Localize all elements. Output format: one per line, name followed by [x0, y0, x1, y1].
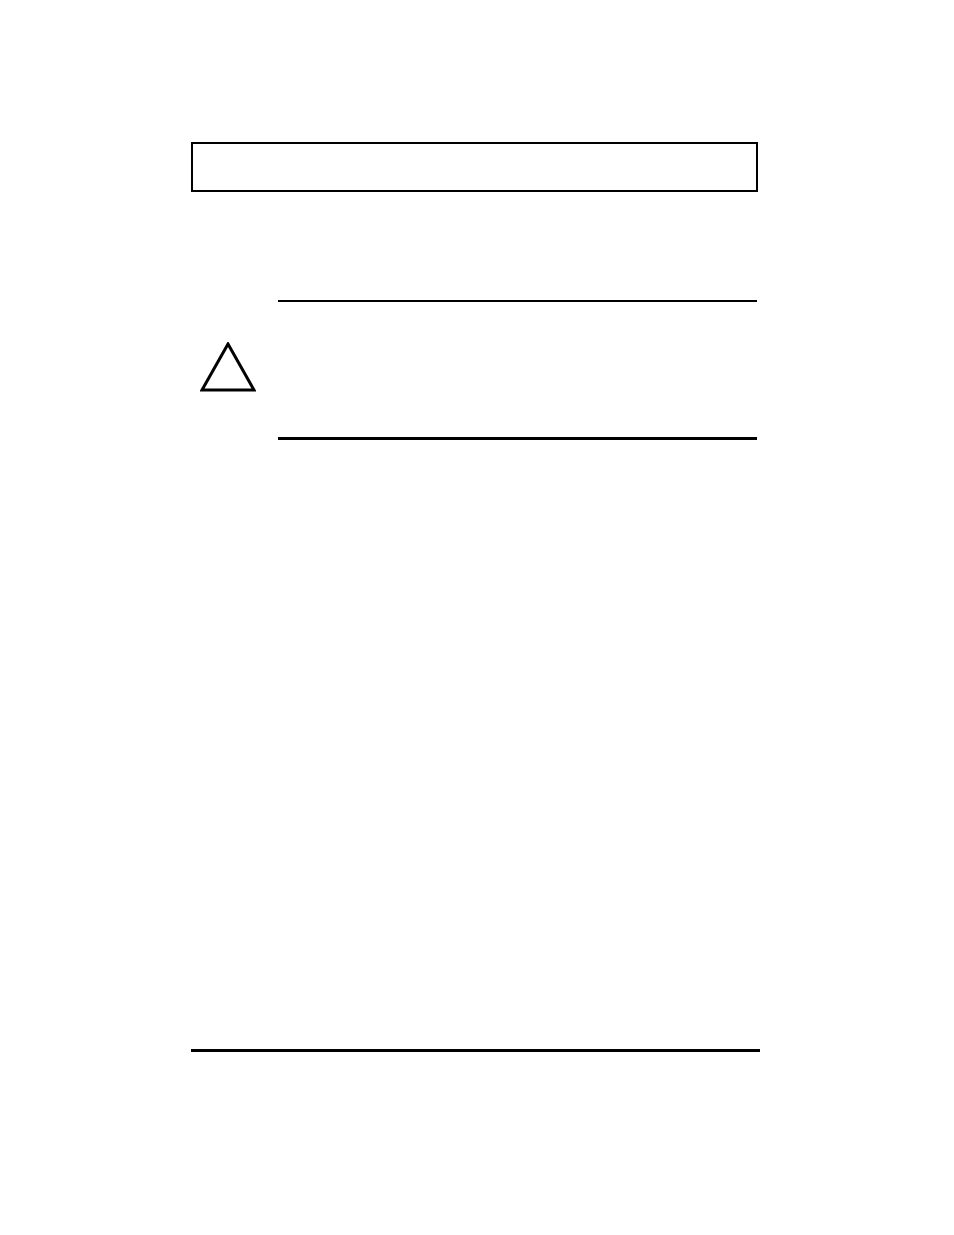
- caution-triangle-icon: [200, 342, 256, 392]
- horizontal-rule-2: [278, 437, 757, 440]
- horizontal-rule-1: [278, 300, 757, 302]
- boxed-region: [191, 142, 758, 192]
- document-page: [0, 0, 954, 1235]
- horizontal-rule-3: [191, 1049, 760, 1052]
